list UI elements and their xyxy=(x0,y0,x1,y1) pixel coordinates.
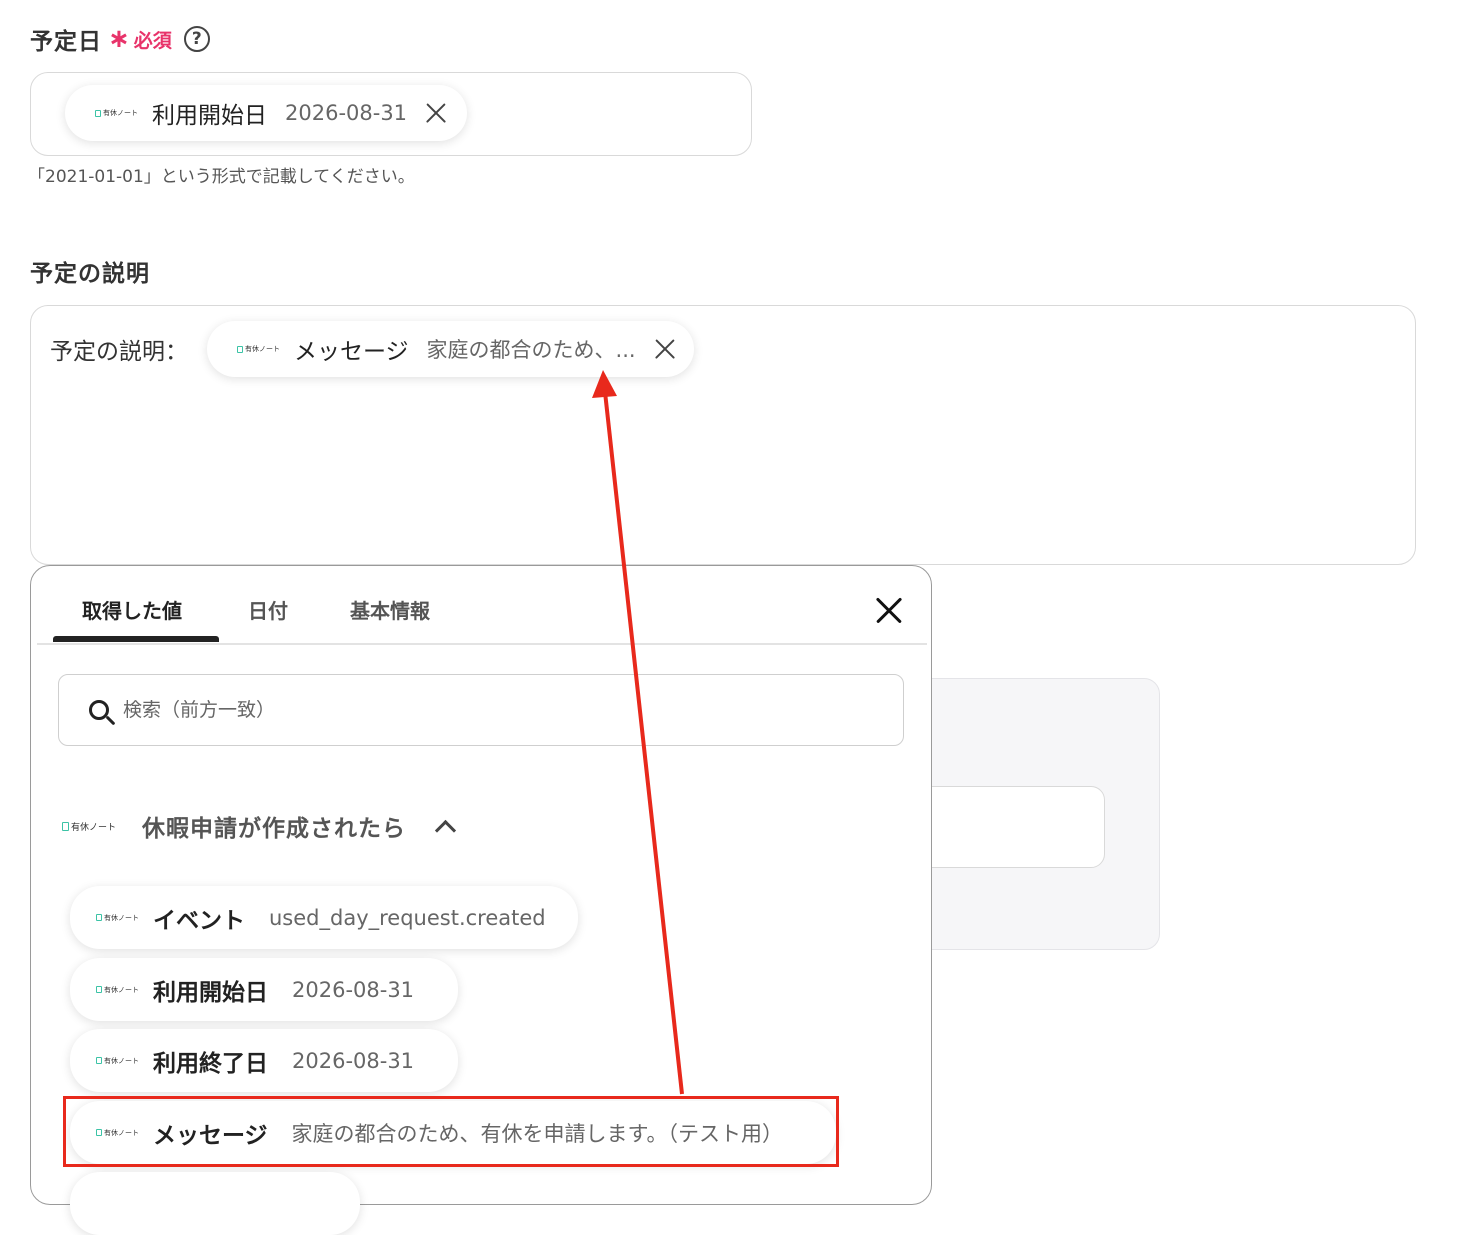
arrow-head xyxy=(592,370,617,398)
list-item[interactable] xyxy=(70,1172,360,1235)
arrow-shaft xyxy=(603,391,684,1095)
annotation-arrow xyxy=(592,370,684,1095)
